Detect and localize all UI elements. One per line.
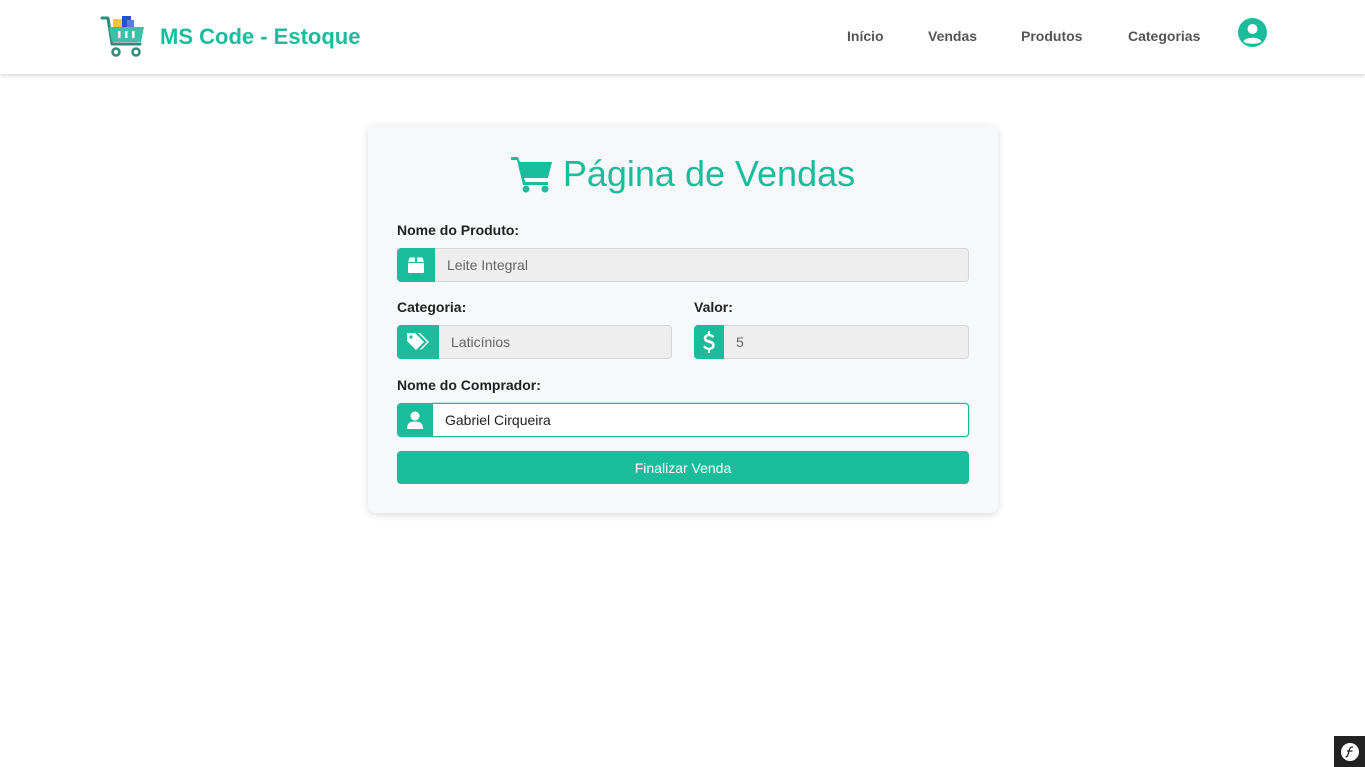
dollar-icon xyxy=(694,325,724,359)
category-label: Categoria: xyxy=(397,299,467,315)
nav-link-produtos[interactable]: Produtos xyxy=(1021,28,1082,44)
page-title-text: Página de Vendas xyxy=(562,153,856,194)
price-label: Valor: xyxy=(694,299,733,315)
shopping-cart-icon xyxy=(510,157,552,193)
buyer-name-input[interactable] xyxy=(433,403,969,437)
box-icon xyxy=(397,248,435,282)
nav-link-vendas[interactable]: Vendas xyxy=(928,28,977,44)
symfony-logo-icon[interactable] xyxy=(1334,736,1365,767)
category-input[interactable] xyxy=(439,325,672,359)
product-name-group xyxy=(397,248,969,282)
brand-link[interactable]: MS Code - Estoque xyxy=(100,14,360,60)
price-group xyxy=(694,325,969,359)
brand-name: MS Code - Estoque xyxy=(160,24,361,49)
buyer-name-label: Nome do Comprador: xyxy=(397,377,541,393)
finalize-sale-button[interactable]: Finalizar Venda xyxy=(397,451,969,484)
top-navbar: MS Code - Estoque Início Vendas Produtos… xyxy=(0,0,1365,74)
product-name-input[interactable] xyxy=(435,248,969,282)
sales-form-card: Página de Vendas Nome do Produto: Catego… xyxy=(368,125,998,513)
nav-link-categorias[interactable]: Categorias xyxy=(1128,28,1200,44)
page-title: Página de Vendas xyxy=(368,153,998,195)
nav-link-inicio[interactable]: Início xyxy=(847,28,884,44)
price-input[interactable] xyxy=(724,325,969,359)
user-icon xyxy=(397,403,433,437)
product-name-label: Nome do Produto: xyxy=(397,222,520,238)
user-circle-icon[interactable] xyxy=(1238,18,1267,47)
buyer-name-group xyxy=(397,403,969,437)
shopping-cart-logo-icon xyxy=(100,16,144,57)
tags-icon xyxy=(397,325,439,359)
category-group xyxy=(397,325,672,359)
